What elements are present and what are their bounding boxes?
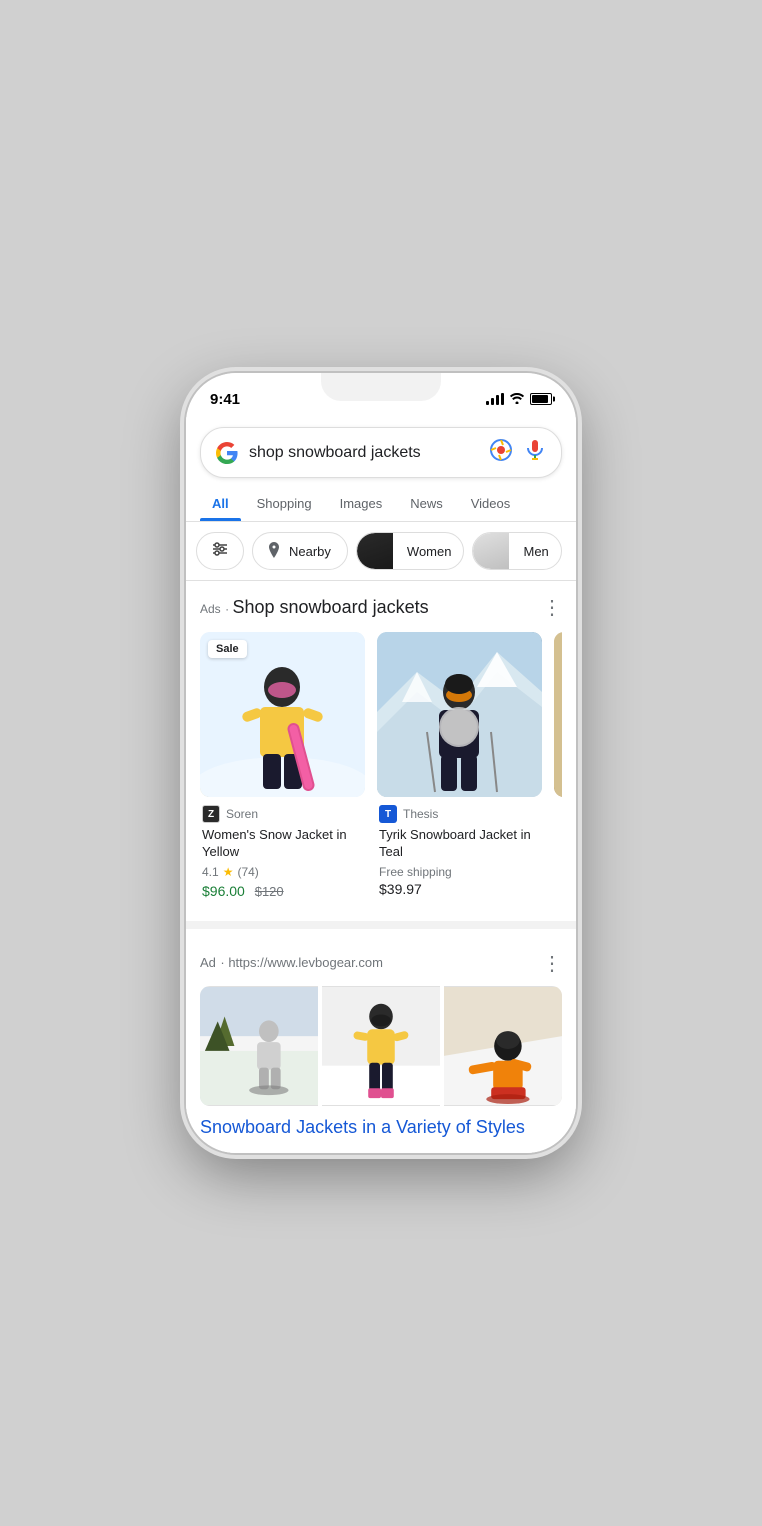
shipping-text-2: Free shipping [379, 865, 540, 879]
search-bar-container: shop snowboard jackets [186, 417, 576, 486]
ad2-image-2 [322, 986, 440, 1106]
product-image-2 [377, 632, 542, 797]
tab-videos[interactable]: Videos [459, 486, 523, 521]
merchant-logo-1: Z [202, 805, 220, 823]
sale-badge-1: Sale [208, 640, 247, 658]
search-action-icons [489, 438, 547, 467]
ads-more-icon[interactable]: ⋮ [542, 595, 562, 620]
product-info-2: T Thesis Tyrik Snowboard Jacket in Teal … [377, 797, 542, 905]
women-chip-label: Women [399, 544, 454, 559]
star-icon-1: ★ [223, 865, 234, 879]
product-image-svg-2 [377, 632, 542, 797]
tab-images[interactable]: Images [328, 486, 395, 521]
ad2-more-icon[interactable]: ⋮ [542, 951, 562, 976]
tab-all[interactable]: All [200, 486, 241, 521]
mic-icon[interactable] [523, 438, 547, 467]
merchant-name-2: Thesis [403, 807, 438, 821]
filter-nearby-chip[interactable]: Nearby [252, 532, 348, 570]
ads-title-group: Ads · Shop snowboard jackets [200, 597, 429, 618]
ad2-label: Ad [200, 955, 216, 970]
filter-men-chip[interactable]: Men [472, 532, 561, 570]
ad2-image-1 [200, 986, 318, 1106]
wifi-icon [509, 391, 525, 407]
ads-section: Ads · Shop snowboard jackets ⋮ Sale [186, 581, 576, 921]
location-pin-icon [267, 542, 281, 561]
filter-women-chip[interactable]: Women [356, 532, 465, 570]
merchant-row-2: T Thesis [379, 805, 540, 823]
search-bar[interactable]: shop snowboard jackets [200, 427, 562, 478]
ads-title: Shop snowboard jackets [232, 597, 428, 617]
phone-notch [321, 373, 441, 401]
filter-chips: Nearby Women Men [186, 522, 576, 580]
ads-header: Ads · Shop snowboard jackets ⋮ [200, 595, 562, 620]
ads-separator-bottom [186, 921, 576, 929]
phone-frame: 9:41 [186, 373, 576, 1153]
status-icons [486, 391, 552, 407]
product-card-2[interactable]: T Thesis Tyrik Snowboard Jacket in Teal … [377, 632, 542, 907]
tune-icon [211, 540, 229, 563]
rating-row-1: 4.1 ★ (74) [202, 865, 363, 879]
merchant-name-1: Soren [226, 807, 258, 821]
battery-icon [530, 393, 552, 405]
ad2-url: https://www.levbogear.com [228, 955, 383, 970]
product-card-partial[interactable] [554, 632, 562, 907]
price-row-1: $96.00 $120 [202, 883, 363, 899]
screen-content[interactable]: shop snowboard jackets [186, 417, 576, 1153]
ad2-label-group: Ad · https://www.levbogear.com [200, 954, 383, 972]
price-1: $96.00 [202, 883, 245, 899]
price-row-2: $39.97 [379, 881, 540, 897]
filter-tune-chip[interactable] [196, 532, 244, 570]
product-image-1: Sale [200, 632, 365, 797]
google-logo [215, 441, 239, 465]
ads-label: Ads [200, 602, 221, 616]
price-2: $39.97 [379, 881, 422, 897]
partial-product-svg [554, 632, 562, 797]
nearby-chip-label: Nearby [287, 544, 333, 559]
signal-icon [486, 393, 504, 405]
women-chip-image [357, 533, 393, 569]
tab-shopping[interactable]: Shopping [245, 486, 324, 521]
tab-news[interactable]: News [398, 486, 455, 521]
lens-icon[interactable] [489, 438, 513, 467]
ad2-link[interactable]: Snowboard Jackets in a Variety of Styles [200, 1117, 525, 1137]
ad2-header: Ad · https://www.levbogear.com ⋮ [200, 951, 562, 976]
product-info-1: Z Soren Women's Snow Jacket in Yellow 4.… [200, 797, 365, 907]
ad2-image-3 [444, 986, 562, 1106]
rating-value-1: 4.1 [202, 865, 219, 879]
product-cards: Sale [200, 632, 562, 921]
product-title-2: Tyrik Snowboard Jacket in Teal [379, 827, 540, 861]
ad2-images [200, 986, 562, 1106]
original-price-1: $120 [255, 884, 284, 899]
merchant-logo-2: T [379, 805, 397, 823]
review-count-1: (74) [237, 865, 258, 879]
men-chip-label: Men [515, 544, 550, 559]
ad-section-2: Ad · https://www.levbogear.com ⋮ [186, 937, 576, 1153]
status-time: 9:41 [210, 391, 240, 408]
product-card-1[interactable]: Sale [200, 632, 365, 907]
merchant-row-1: Z Soren [202, 805, 363, 823]
partial-product-image [554, 632, 562, 797]
search-query-text: shop snowboard jackets [249, 444, 479, 462]
search-tabs: All Shopping Images News Videos [186, 486, 576, 522]
product-title-1: Women's Snow Jacket in Yellow [202, 827, 363, 861]
men-chip-image [473, 533, 509, 569]
